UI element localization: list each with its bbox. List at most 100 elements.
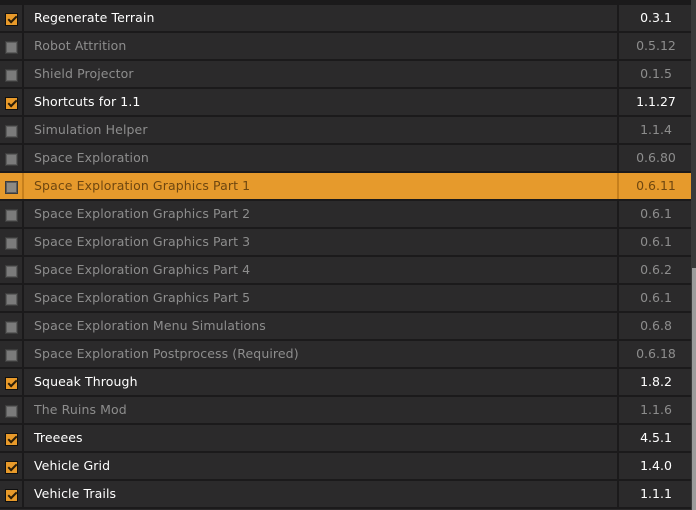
mod-version: 0.6.1 [640, 206, 672, 221]
checkbox-unchecked-icon[interactable] [5, 69, 18, 82]
mod-name: Space Exploration Graphics Part 2 [34, 206, 251, 221]
mod-name: Robot Attrition [34, 38, 127, 53]
mod-row[interactable]: Simulation Helper 1.1.4 [0, 117, 691, 145]
mod-row[interactable]: The Ruins Mod 1.1.6 [0, 397, 691, 425]
column-divider [22, 369, 24, 395]
mod-version: 1.1.4 [640, 122, 672, 137]
checkbox-checked-icon[interactable] [5, 97, 18, 110]
column-divider [22, 341, 24, 367]
mod-name: Shield Projector [34, 66, 134, 81]
column-divider [22, 201, 24, 227]
checkbox-checked-icon[interactable] [5, 377, 18, 390]
mod-name: Space Exploration Graphics Part 3 [34, 234, 251, 249]
mod-row[interactable]: Treeees 4.5.1 [0, 425, 691, 453]
mod-name: Simulation Helper [34, 122, 148, 137]
mod-row[interactable]: Squeak Through 1.8.2 [0, 369, 691, 397]
checkbox-unchecked-icon[interactable] [5, 209, 18, 222]
column-divider [22, 89, 24, 115]
list-top-edge [0, 0, 691, 5]
checkbox-unchecked-icon[interactable] [5, 41, 18, 54]
checkbox-checked-icon[interactable] [5, 13, 18, 26]
mod-version: 0.6.8 [640, 318, 672, 333]
checkbox-unchecked-icon[interactable] [5, 405, 18, 418]
checkbox-unchecked-icon[interactable] [5, 349, 18, 362]
column-divider [22, 229, 24, 255]
mod-row[interactable]: Space Exploration Graphics Part 5 0.6.1 [0, 285, 691, 313]
mod-name: Space Exploration Graphics Part 1 [34, 178, 251, 193]
column-divider [617, 201, 619, 227]
mod-version: 0.6.18 [636, 346, 676, 361]
mod-row[interactable]: Space Exploration Graphics Part 1 0.6.11 [0, 173, 691, 201]
mod-row[interactable]: Space Exploration 0.6.80 [0, 145, 691, 173]
column-divider [22, 481, 24, 507]
mod-version: 0.1.5 [640, 66, 672, 81]
mod-version: 1.1.27 [636, 94, 676, 109]
scrollbar-thumb[interactable] [692, 268, 696, 510]
column-divider [617, 397, 619, 423]
column-divider [617, 89, 619, 115]
mod-row[interactable]: Space Exploration Graphics Part 2 0.6.1 [0, 201, 691, 229]
mod-row[interactable]: Robot Attrition 0.5.12 [0, 33, 691, 61]
column-divider [617, 369, 619, 395]
mod-row[interactable]: Space Exploration Graphics Part 4 0.6.2 [0, 257, 691, 285]
checkbox-unchecked-icon[interactable] [5, 321, 18, 334]
checkbox-checked-icon[interactable] [5, 489, 18, 502]
mod-version: 0.6.80 [636, 150, 676, 165]
column-divider [617, 117, 619, 143]
mod-row[interactable]: Shield Projector 0.1.5 [0, 61, 691, 89]
column-divider [617, 425, 619, 451]
mod-row[interactable]: Space Exploration Menu Simulations 0.6.8 [0, 313, 691, 341]
column-divider [22, 33, 24, 59]
column-divider [617, 313, 619, 339]
column-divider [617, 257, 619, 283]
column-divider [617, 453, 619, 479]
column-divider [22, 453, 24, 479]
mod-version: 1.1.6 [640, 402, 672, 417]
mod-version: 0.6.1 [640, 234, 672, 249]
mod-name: Space Exploration Postprocess (Required) [34, 346, 299, 361]
mod-row[interactable]: Space Exploration Graphics Part 3 0.6.1 [0, 229, 691, 257]
mod-name: The Ruins Mod [34, 402, 127, 417]
mod-name: Vehicle Grid [34, 458, 111, 473]
mod-row[interactable]: Regenerate Terrain 0.3.1 [0, 5, 691, 33]
mod-row[interactable]: Vehicle Trails 1.1.1 [0, 481, 691, 509]
mod-row[interactable]: Vehicle Grid 1.4.0 [0, 453, 691, 481]
mod-row[interactable]: Shortcuts for 1.1 1.1.27 [0, 89, 691, 117]
checkbox-unchecked-icon[interactable] [5, 265, 18, 278]
row-separator [0, 507, 691, 509]
column-divider [617, 341, 619, 367]
checkbox-unchecked-icon[interactable] [5, 153, 18, 166]
mod-version: 1.4.0 [640, 458, 672, 473]
mod-version: 1.1.1 [640, 486, 672, 501]
checkbox-unchecked-icon[interactable] [5, 181, 18, 194]
column-divider [22, 257, 24, 283]
checkbox-unchecked-icon[interactable] [5, 293, 18, 306]
mod-version: 0.3.1 [640, 10, 672, 25]
mod-name: Space Exploration Graphics Part 4 [34, 262, 251, 277]
mod-name: Vehicle Trails [34, 486, 117, 501]
mod-name: Shortcuts for 1.1 [34, 94, 141, 109]
column-divider [22, 425, 24, 451]
column-divider [22, 285, 24, 311]
column-divider [617, 33, 619, 59]
mod-version: 0.6.2 [640, 262, 672, 277]
mod-version: 0.6.1 [640, 290, 672, 305]
column-divider [617, 229, 619, 255]
mod-name: Space Exploration [34, 150, 149, 165]
mod-version: 1.8.2 [640, 374, 672, 389]
checkbox-unchecked-icon[interactable] [5, 237, 18, 250]
mod-name: Squeak Through [34, 374, 138, 389]
checkbox-checked-icon[interactable] [5, 461, 18, 474]
column-divider [617, 173, 619, 199]
column-divider [617, 61, 619, 87]
column-divider [617, 145, 619, 171]
column-divider [22, 61, 24, 87]
column-divider [22, 313, 24, 339]
mod-version: 0.6.11 [636, 178, 676, 193]
checkbox-checked-icon[interactable] [5, 433, 18, 446]
mod-row[interactable]: Space Exploration Postprocess (Required)… [0, 341, 691, 369]
column-divider [22, 173, 24, 199]
checkbox-unchecked-icon[interactable] [5, 125, 18, 138]
column-divider [617, 285, 619, 311]
column-divider [617, 5, 619, 31]
